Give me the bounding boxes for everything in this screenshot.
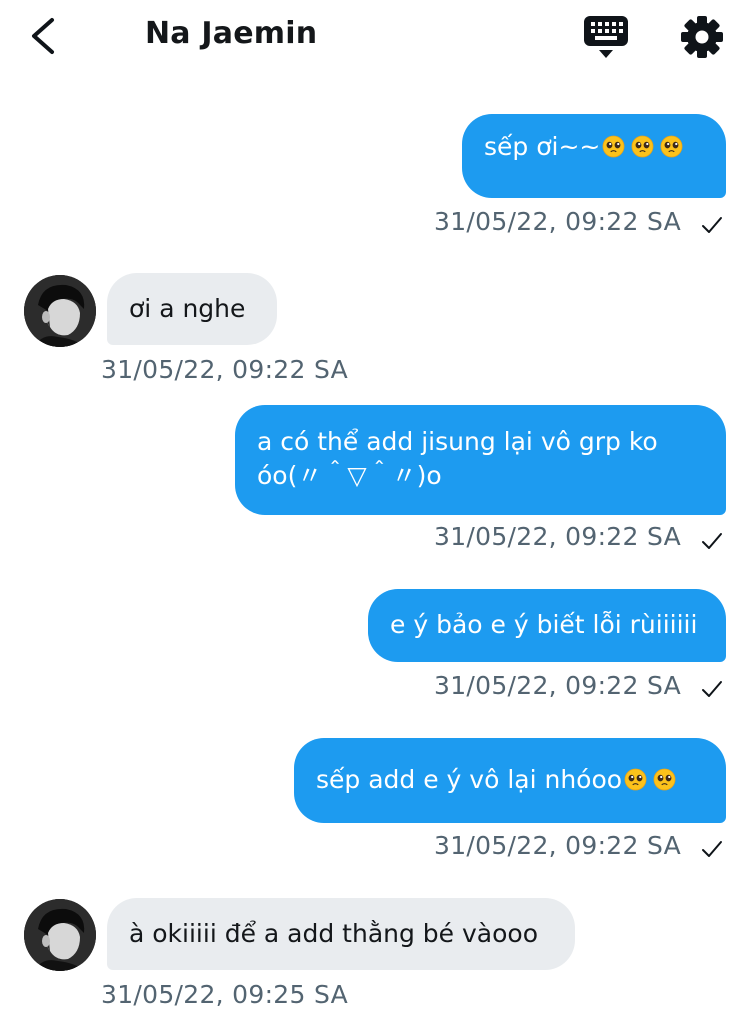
- message-text: sếp add e ý vô lại nhóoo: [316, 765, 623, 794]
- conversation-header: Na Jaemin: [0, 0, 750, 78]
- read-checkmark-icon: [702, 533, 722, 549]
- message-bubble-received[interactable]: ơi a nghe: [107, 273, 277, 345]
- message-bubble-sent[interactable]: e ý bảo e ý biết lỗi rùiiiiii: [368, 589, 726, 662]
- keyboard-icon: [584, 16, 628, 58]
- gear-icon: [681, 16, 723, 58]
- read-checkmark-icon: [702, 217, 722, 233]
- message-bubble-received[interactable]: à okiiiii để a add thằng bé vàooo: [107, 898, 575, 970]
- message-bubble-sent[interactable]: sếp ơi~~: [462, 114, 726, 198]
- pleading-face-emoji-icon: [602, 135, 625, 158]
- message-text-line: óo(〃＾▽＾〃)o: [257, 461, 442, 490]
- avatar-photo: [24, 899, 96, 971]
- message-timestamp: 31/05/22, 09:25 SA: [101, 980, 349, 1009]
- read-checkmark-icon: [702, 841, 722, 857]
- pleading-face-emoji-icon: [624, 768, 647, 791]
- message-text: e ý bảo e ý biết lỗi rùiiiiii: [390, 610, 698, 639]
- message-bubble-sent[interactable]: sếp add e ý vô lại nhóoo: [294, 738, 726, 823]
- message-bubble-sent[interactable]: a có thể add jisung lại vô grp ko óo(〃＾▽…: [235, 405, 726, 515]
- message-timestamp: 31/05/22, 09:22 SA: [434, 831, 682, 860]
- message-text: sếp ơi~~: [484, 132, 601, 161]
- message-timestamp: 31/05/22, 09:22 SA: [434, 671, 682, 700]
- chevron-left-icon: [32, 18, 54, 54]
- pleading-face-emoji-icon: [631, 135, 654, 158]
- contact-avatar[interactable]: [24, 275, 96, 347]
- conversation-title: Na Jaemin: [145, 16, 318, 51]
- message-timestamp: 31/05/22, 09:22 SA: [101, 355, 349, 384]
- message-text-line: a có thể add jisung lại vô grp ko: [257, 427, 658, 456]
- keyboard-button[interactable]: [582, 14, 630, 60]
- avatar-photo: [24, 275, 96, 347]
- message-timestamp: 31/05/22, 09:22 SA: [434, 522, 682, 551]
- settings-button[interactable]: [678, 13, 726, 61]
- pleading-face-emoji-icon: [660, 135, 683, 158]
- read-checkmark-icon: [702, 681, 722, 697]
- message-timestamp: 31/05/22, 09:22 SA: [434, 207, 682, 236]
- pleading-face-emoji-icon: [653, 768, 676, 791]
- back-button[interactable]: [22, 14, 66, 58]
- contact-avatar[interactable]: [24, 899, 96, 971]
- message-text: à okiiiii để a add thằng bé vàooo: [129, 919, 539, 948]
- message-text: ơi a nghe: [129, 294, 246, 323]
